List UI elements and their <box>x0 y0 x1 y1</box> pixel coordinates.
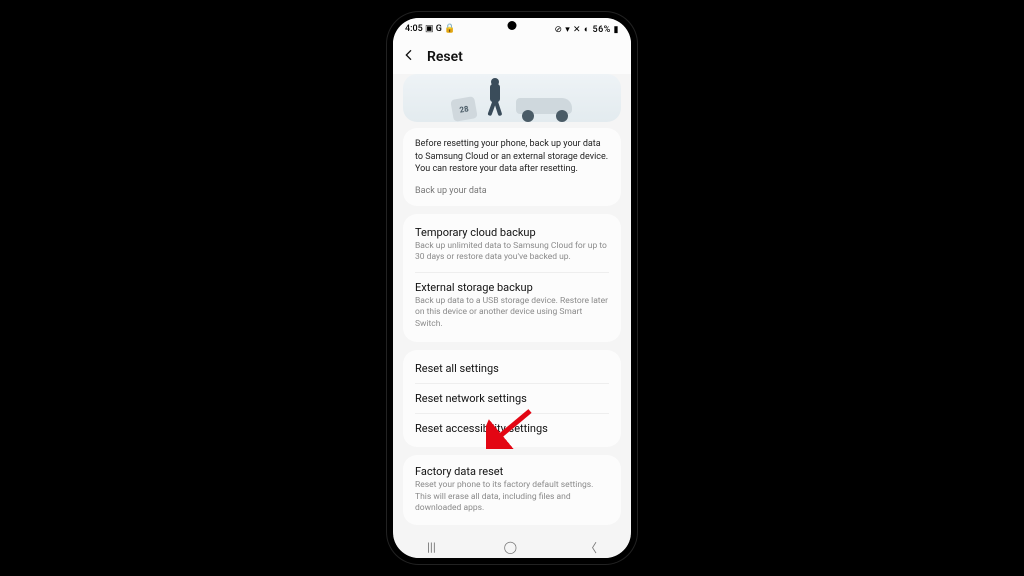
scroll-content[interactable]: Before resetting your phone, back up you… <box>393 128 631 536</box>
back-button[interactable]: 〈 <box>585 539 597 556</box>
info-card: Before resetting your phone, back up you… <box>403 128 621 206</box>
reset-network-settings[interactable]: Reset network settings <box>415 383 609 413</box>
item-desc: Reset your phone to its factory default … <box>415 480 609 514</box>
header-bar: Reset <box>393 40 631 74</box>
reset-options-card: Reset all settings Reset network setting… <box>403 350 621 447</box>
factory-reset-card: Factory data reset Reset your phone to i… <box>403 455 621 524</box>
item-desc: Back up data to a USB storage device. Re… <box>415 296 609 330</box>
info-text: Before resetting your phone, back up you… <box>415 138 609 176</box>
item-title: Reset network settings <box>415 392 609 405</box>
reset-all-settings[interactable]: Reset all settings <box>415 354 609 383</box>
backup-data-link[interactable]: Back up your data <box>415 186 609 196</box>
phone-frame: 4:05 ▣ G 🔒 ⊘ ▾ ✕ ◐ 56% ▮ Reset 28 Before… <box>387 12 637 564</box>
home-button[interactable]: ◯ <box>504 540 517 554</box>
calendar-icon: 28 <box>450 96 477 122</box>
factory-data-reset[interactable]: Factory data reset Reset your phone to i… <box>415 461 609 518</box>
external-storage-backup[interactable]: External storage backup Back up data to … <box>415 272 609 338</box>
car-icon <box>516 94 572 122</box>
reset-accessibility-settings[interactable]: Reset accessibility settings <box>415 413 609 443</box>
backup-options-card: Temporary cloud backup Back up unlimited… <box>403 214 621 342</box>
navigation-bar: ||| ◯ 〈 <box>393 536 631 558</box>
item-title: Factory data reset <box>415 465 609 478</box>
temporary-cloud-backup[interactable]: Temporary cloud backup Back up unlimited… <box>415 218 609 272</box>
recents-button[interactable]: ||| <box>427 540 436 554</box>
status-right: ⊘ ▾ ✕ ◐ 56% ▮ <box>554 24 619 35</box>
item-desc: Back up unlimited data to Samsung Cloud … <box>415 241 609 264</box>
status-left: 4:05 ▣ G 🔒 <box>405 24 455 34</box>
back-icon[interactable] <box>401 47 417 67</box>
item-title: Reset all settings <box>415 362 609 375</box>
phone-screen: 4:05 ▣ G 🔒 ⊘ ▾ ✕ ◐ 56% ▮ Reset 28 Before… <box>393 18 631 558</box>
hero-illustration: 28 <box>403 74 621 122</box>
item-title: External storage backup <box>415 281 609 294</box>
item-title: Reset accessibility settings <box>415 422 609 435</box>
item-title: Temporary cloud backup <box>415 226 609 239</box>
walking-person-icon <box>482 78 510 122</box>
page-title: Reset <box>427 49 463 65</box>
camera-notch <box>508 21 517 30</box>
